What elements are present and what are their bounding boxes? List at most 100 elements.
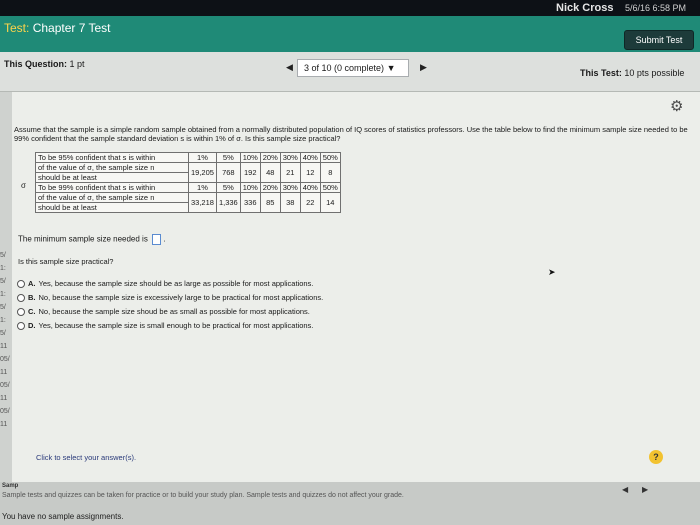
- table-row-label: To be 95% confident that s is within: [35, 152, 189, 163]
- gutter-label: 1:: [0, 291, 6, 298]
- top-bar: Nick Cross 5/6/16 6:58 PM: [0, 0, 700, 16]
- question-progress-dropdown[interactable]: 3 of 10 (0 complete) ▼: [297, 59, 409, 77]
- table-cell: 48: [259, 162, 281, 183]
- gutter-label: 5/: [0, 330, 6, 337]
- table-cell: 14: [319, 192, 341, 213]
- gear-icon[interactable]: ⚙: [670, 97, 683, 115]
- table-row: of the value of σ, the sample size n 19,2…: [35, 162, 341, 183]
- submit-test-button[interactable]: Submit Test: [624, 30, 694, 50]
- option-c-letter: C.: [28, 307, 36, 316]
- gutter-label: 05/: [0, 356, 10, 363]
- this-question-points: 1 pt: [69, 59, 85, 69]
- this-question-info: This Question: 1 pt: [4, 59, 85, 69]
- table-cell: 20%: [259, 152, 281, 163]
- chevron-down-icon: ▼: [386, 63, 396, 73]
- option-b-text: No, because the sample size is excessive…: [38, 293, 324, 302]
- test-title: Test: Chapter 7 Test: [4, 21, 111, 35]
- table-cell: 5%: [215, 182, 241, 193]
- table-cell: 1,336: [215, 192, 241, 213]
- prev-question-icon[interactable]: ◀: [286, 62, 293, 73]
- table-cell: 768: [215, 162, 241, 183]
- practical-prompt: Is this sample size practical?: [18, 257, 114, 266]
- gutter-label: 05/: [0, 382, 10, 389]
- click-to-select-hint: Click to select your answer(s).: [36, 453, 137, 462]
- gutter-label: 5/: [0, 278, 6, 285]
- min-size-prompt: The minimum sample size needed is: [18, 234, 148, 244]
- option-a-radio[interactable]: [17, 280, 25, 289]
- table-cell: 10%: [239, 152, 261, 163]
- gutter-label: 1:: [0, 265, 6, 272]
- table-cell: 192: [239, 162, 261, 183]
- table-cell: 33,218: [188, 192, 217, 213]
- footer-header: Samp: [2, 483, 19, 489]
- table-row-label: of the value of σ, the sample size n: [35, 162, 189, 173]
- question-text: Assume that the sample is a simple rando…: [14, 125, 688, 143]
- table-row: To be 95% confident that s is within 1% 5%…: [35, 152, 341, 163]
- this-test-points: 10 pts possible: [624, 68, 685, 78]
- footer-prev-icon[interactable]: ◀: [622, 485, 628, 494]
- footer-next-icon[interactable]: ▶: [642, 485, 648, 494]
- table-cell: 5%: [215, 152, 241, 163]
- table-cell: 10%: [239, 182, 261, 193]
- this-test-label: This Test:: [580, 68, 622, 78]
- table-cell: 50%: [319, 152, 341, 163]
- option-b[interactable]: B. No, because the sample size is excessi…: [17, 293, 324, 303]
- table-cell: 1%: [188, 152, 217, 163]
- test-title-name: Chapter 7 Test: [32, 21, 111, 35]
- option-a-letter: A.: [28, 279, 36, 288]
- table-row-label: To be 99% confident that s is within: [35, 182, 189, 193]
- table-cell: 336: [239, 192, 261, 213]
- table-cell: 50%: [319, 182, 341, 193]
- test-header: Test: Chapter 7 Test Submit Test: [0, 16, 700, 52]
- table-cell: 30%: [279, 152, 301, 163]
- min-size-suffix: .: [163, 234, 166, 244]
- table-cell: 40%: [299, 152, 321, 163]
- gutter-label: 05/: [0, 408, 10, 415]
- question-bar: This Question: 1 pt ◀ 3 of 10 (0 complet…: [0, 52, 700, 92]
- gutter-label: 1:: [0, 317, 6, 324]
- gutter-label: 11: [0, 395, 8, 402]
- option-a-text: Yes, because the sample size should be a…: [38, 279, 314, 288]
- table-cell: 21: [279, 162, 301, 183]
- table-cell: 22: [299, 192, 321, 213]
- table-row-label: of the value of σ, the sample size n: [35, 192, 189, 203]
- table-cell: 40%: [299, 182, 321, 193]
- option-c-text: No, because the sample size shoud be as …: [38, 307, 310, 316]
- question-progress-value: 3 of 10 (0 complete): [304, 63, 385, 73]
- no-assignments-text: You have no sample assignments.: [2, 512, 124, 521]
- option-d-text: Yes, because the sample size is small en…: [38, 321, 314, 330]
- footer-nav: ◀ ▶: [618, 485, 658, 497]
- table-cell: 1%: [188, 182, 217, 193]
- option-b-radio[interactable]: [17, 294, 25, 303]
- sample-size-table: To be 95% confident that s is within 1% 5%…: [35, 152, 341, 213]
- option-c[interactable]: C. No, because the sample size shoud be a…: [17, 307, 310, 317]
- min-size-answer-input[interactable]: [152, 234, 162, 245]
- table-cell: 19,205: [188, 162, 217, 183]
- sample-size-table-body: To be 95% confident that s is within 1% 5%…: [35, 152, 341, 213]
- sigma-symbol: σ: [21, 181, 26, 190]
- option-c-radio[interactable]: [17, 308, 25, 317]
- left-gutter: 5/1: 5/1: 5/1: 5/11 05/11 05/11 05/11: [0, 92, 12, 482]
- gutter-label: 5/: [0, 304, 6, 311]
- next-question-icon[interactable]: ▶: [420, 62, 427, 73]
- help-icon[interactable]: ?: [649, 450, 663, 464]
- table-cell: 85: [259, 192, 281, 213]
- sample-tests-footer: Samp Sample tests and quizzes can be tak…: [0, 482, 700, 525]
- table-row: To be 99% confident that s is within 1% 5%…: [35, 182, 341, 193]
- gutter-label: 11: [0, 369, 8, 376]
- option-a[interactable]: A. Yes, because the sample size should be…: [17, 279, 314, 289]
- datetime: 5/6/16 6:58 PM: [625, 3, 687, 13]
- test-title-prefix: Test:: [4, 21, 30, 35]
- option-d-radio[interactable]: [17, 322, 25, 331]
- this-test-info: This Test: 10 pts possible: [580, 68, 684, 78]
- this-question-label: This Question:: [4, 59, 67, 69]
- question-content: ⚙ Assume that the sample is a simple ran…: [12, 92, 700, 482]
- min-size-prompt-line: The minimum sample size needed is .: [18, 234, 166, 245]
- gutter-label: 5/: [0, 252, 6, 259]
- option-d[interactable]: D. Yes, because the sample size is small …: [17, 321, 314, 331]
- table-cell: 20%: [259, 182, 281, 193]
- table-row-label: should be at least: [35, 172, 189, 183]
- user-name[interactable]: Nick Cross: [556, 2, 613, 14]
- table-cell: 30%: [279, 182, 301, 193]
- option-b-letter: B.: [28, 293, 36, 302]
